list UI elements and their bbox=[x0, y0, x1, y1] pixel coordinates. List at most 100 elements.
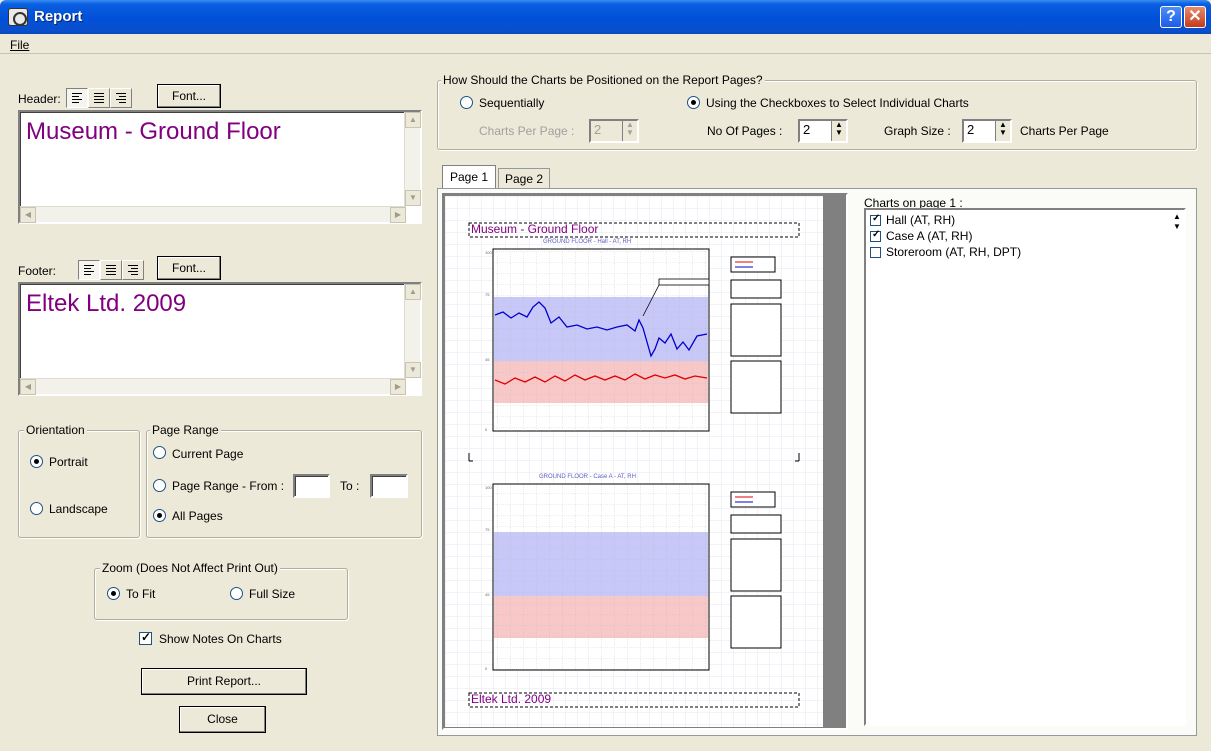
footer-align-center-button[interactable] bbox=[100, 260, 122, 280]
chart-checkbox-case-a[interactable] bbox=[870, 229, 881, 242]
footer-text-area[interactable]: Eltek Ltd. 2009 ▲ ▼ ◀ ▶ bbox=[18, 282, 422, 396]
list-item-label: Hall (AT, RH) bbox=[886, 213, 956, 227]
tab-page-2[interactable]: Page 2 bbox=[498, 168, 550, 189]
menu-bar bbox=[0, 34, 1211, 54]
footer-vertical-scrollbar[interactable]: ▲ ▼ bbox=[404, 284, 421, 378]
chart-checkbox-storeroom[interactable] bbox=[870, 247, 881, 258]
close-window-button[interactable]: ✕ bbox=[1184, 6, 1206, 28]
spin-arrows-icon[interactable]: ▲ ▼ bbox=[831, 121, 846, 141]
close-button[interactable]: Close bbox=[179, 706, 266, 733]
spin-arrows-icon[interactable]: ▲ ▼ bbox=[995, 121, 1010, 141]
header-align-center-button[interactable] bbox=[88, 88, 110, 108]
portrait-radio[interactable] bbox=[30, 455, 43, 468]
svg-text:45: 45 bbox=[485, 357, 490, 362]
scroll-down-icon[interactable]: ▼ bbox=[405, 362, 421, 378]
tab-page-1[interactable]: Page 1 bbox=[442, 165, 496, 189]
chart2-title: GROUND FLOOR - Case A - AT, RH bbox=[539, 474, 636, 480]
footer-font-button[interactable]: Font... bbox=[157, 256, 221, 280]
preview-page: 100 75 45 0 100 75 45 0 Museum - Ground Floor … bbox=[445, 196, 823, 727]
footer-align-left-button[interactable] bbox=[78, 260, 100, 280]
graph-size-value: 2 bbox=[967, 122, 975, 137]
header-text: Museum - Ground Floor bbox=[26, 118, 281, 145]
footer-text: Eltek Ltd. 2009 bbox=[26, 290, 187, 317]
full-size-label[interactable]: Full Size bbox=[249, 587, 295, 601]
preview-footer-text: Eltek Ltd. 2009 bbox=[471, 692, 552, 706]
spin-arrows-icon[interactable]: ▲ ▼ bbox=[622, 121, 637, 141]
current-page-label[interactable]: Current Page bbox=[172, 447, 243, 461]
footer-horizontal-scrollbar[interactable]: ◀ ▶ bbox=[20, 378, 406, 395]
header-vertical-scrollbar[interactable]: ▲ ▼ bbox=[404, 112, 421, 206]
orientation-group bbox=[18, 430, 140, 538]
no-of-pages-value: 2 bbox=[803, 122, 811, 137]
no-of-pages-label: No Of Pages : bbox=[707, 124, 783, 138]
page-range-to-input[interactable] bbox=[370, 474, 408, 498]
scroll-right-icon[interactable]: ▶ bbox=[390, 207, 406, 223]
charts-per-page-spinner[interactable]: 2 ▲ ▼ bbox=[589, 119, 639, 143]
reorder-arrows-icon[interactable]: ▲ ▼ bbox=[1170, 212, 1184, 240]
menu-file[interactable]: File bbox=[10, 38, 29, 52]
svg-text:75: 75 bbox=[485, 292, 490, 297]
all-pages-radio[interactable] bbox=[153, 509, 166, 522]
no-of-pages-spinner[interactable]: 2 ▲ ▼ bbox=[798, 119, 848, 143]
all-pages-label[interactable]: All Pages bbox=[172, 509, 223, 523]
graph-size-suffix: Charts Per Page bbox=[1020, 124, 1109, 138]
to-fit-radio[interactable] bbox=[107, 587, 120, 600]
svg-text:45: 45 bbox=[485, 592, 490, 597]
current-page-radio[interactable] bbox=[153, 446, 166, 459]
graph-size-spinner[interactable]: 2 ▲ ▼ bbox=[962, 119, 1012, 143]
print-report-button[interactable]: Print Report... bbox=[141, 668, 307, 695]
graph-size-label: Graph Size : bbox=[884, 124, 951, 138]
preview-svg: 10075450 10075450 bbox=[445, 196, 823, 727]
title-bar bbox=[0, 0, 1211, 34]
portrait-label[interactable]: Portrait bbox=[49, 455, 88, 469]
help-button[interactable]: ? bbox=[1160, 6, 1182, 28]
chart1-title: GROUND FLOOR - Hall - AT, RH bbox=[543, 239, 632, 245]
list-item-label: Storeroom (AT, RH, DPT) bbox=[886, 245, 1022, 259]
landscape-radio[interactable] bbox=[30, 502, 43, 515]
page-range-to-label: To : bbox=[340, 479, 360, 493]
list-item-label: Case A (AT, RH) bbox=[886, 229, 973, 243]
zoom-title: Zoom (Does Not Affect Print Out) bbox=[100, 561, 280, 575]
scroll-up-icon[interactable]: ▲ bbox=[405, 284, 421, 300]
page-range-title: Page Range bbox=[150, 423, 221, 437]
landscape-label[interactable]: Landscape bbox=[49, 502, 108, 516]
positioning-title: How Should the Charts be Positioned on t… bbox=[441, 73, 765, 87]
checkboxes-radio[interactable] bbox=[687, 96, 700, 109]
full-size-radio[interactable] bbox=[230, 587, 243, 600]
page-range-from-label[interactable]: Page Range - From : bbox=[172, 479, 284, 493]
scroll-left-icon[interactable]: ◀ bbox=[20, 379, 36, 395]
chart-checkbox-hall[interactable] bbox=[870, 213, 881, 226]
app-icon bbox=[8, 8, 28, 26]
scroll-down-icon[interactable]: ▼ bbox=[405, 190, 421, 206]
scroll-left-icon[interactable]: ◀ bbox=[20, 207, 36, 223]
header-text-area[interactable]: Museum - Ground Floor ▲ ▼ ◀ ▶ bbox=[18, 110, 422, 224]
svg-text:100: 100 bbox=[485, 250, 492, 255]
show-notes-checkbox[interactable] bbox=[139, 630, 152, 645]
scroll-right-icon[interactable]: ▶ bbox=[390, 379, 406, 395]
footer-label: Footer: bbox=[18, 264, 57, 278]
header-label: Header: bbox=[18, 92, 61, 106]
preview-header-text: Museum - Ground Floor bbox=[471, 222, 599, 236]
svg-text:100: 100 bbox=[485, 485, 492, 490]
page-range-radio[interactable] bbox=[153, 479, 166, 492]
header-align-left-button[interactable] bbox=[66, 88, 88, 108]
header-align-right-button[interactable] bbox=[110, 88, 132, 108]
sequentially-radio[interactable] bbox=[460, 96, 473, 109]
charts-per-page-label: Charts Per Page : bbox=[479, 124, 575, 138]
window-title: Report bbox=[34, 8, 83, 25]
show-notes-label[interactable]: Show Notes On Charts bbox=[159, 632, 282, 646]
menu-file-label: File bbox=[10, 38, 30, 52]
report-preview[interactable]: 100 75 45 0 100 75 45 0 Museum - Ground Floor … bbox=[442, 193, 848, 730]
charts-listbox[interactable]: Hall (AT, RH) Case A (AT, RH) Storeroom … bbox=[864, 208, 1186, 726]
charts-per-page-value: 2 bbox=[594, 122, 602, 137]
footer-align-right-button[interactable] bbox=[122, 260, 144, 280]
header-font-button[interactable]: Font... bbox=[157, 84, 221, 108]
orientation-title: Orientation bbox=[24, 423, 87, 437]
checkboxes-label[interactable]: Using the Checkboxes to Select Individua… bbox=[706, 96, 969, 110]
scroll-up-icon[interactable]: ▲ bbox=[405, 112, 421, 128]
sequentially-label[interactable]: Sequentially bbox=[479, 96, 544, 110]
to-fit-label[interactable]: To Fit bbox=[126, 587, 155, 601]
svg-text:75: 75 bbox=[485, 527, 490, 532]
header-horizontal-scrollbar[interactable]: ◀ ▶ bbox=[20, 206, 406, 223]
page-range-from-input[interactable] bbox=[293, 474, 330, 498]
